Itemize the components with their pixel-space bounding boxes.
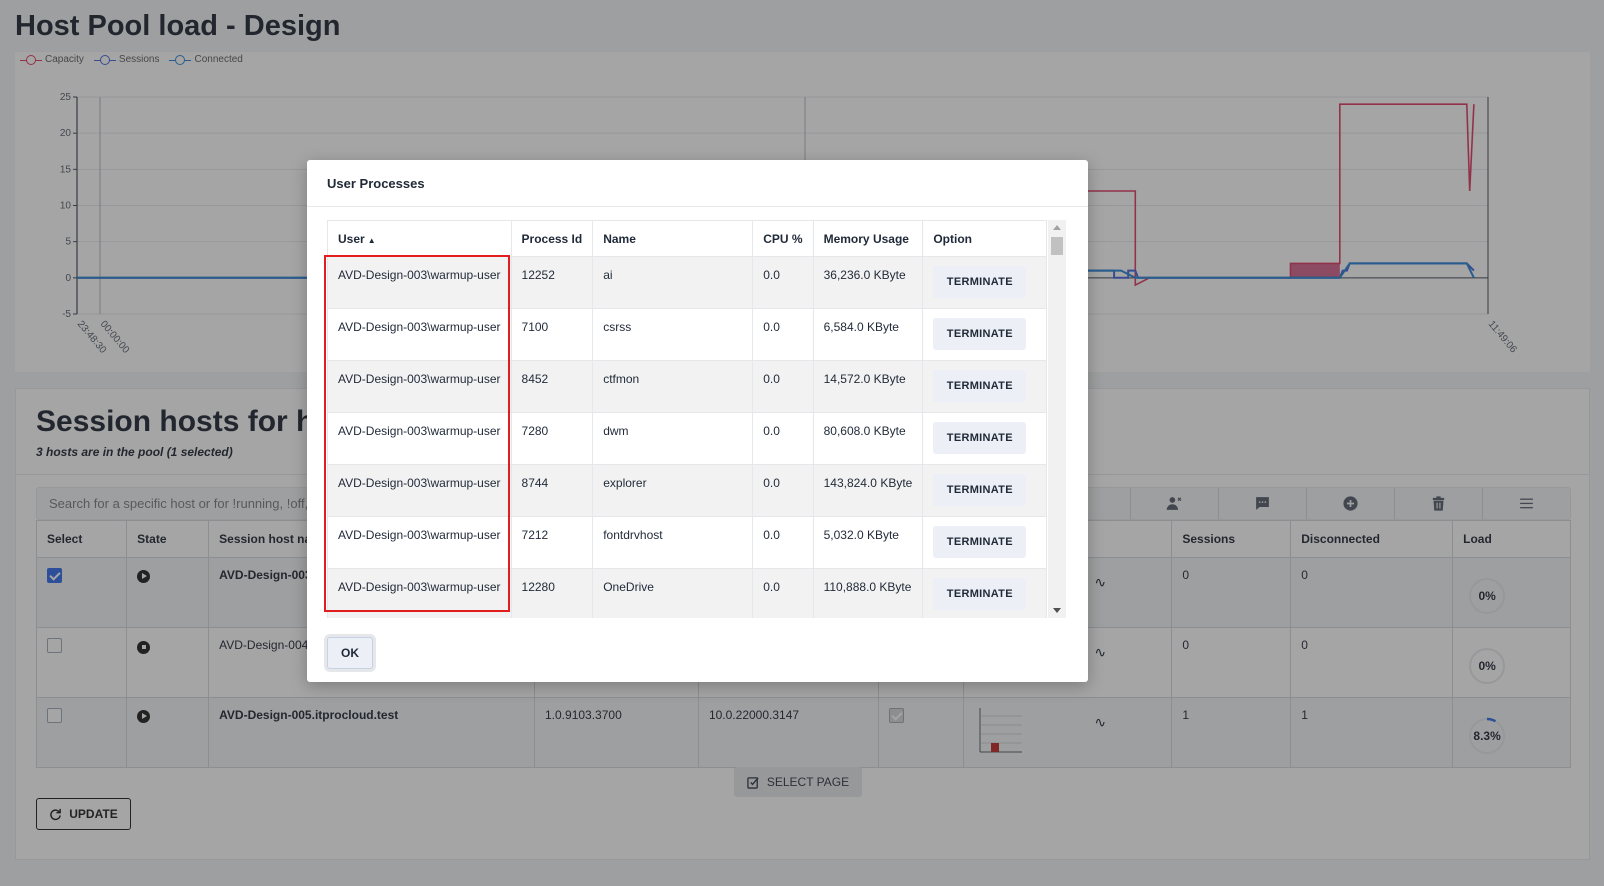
process-option: TERMINATE: [922, 256, 1047, 309]
col-process-id[interactable]: Process Id: [510, 220, 594, 257]
process-cpu: 0.0: [752, 360, 814, 413]
process-id: 7280: [510, 412, 594, 465]
col-cpu[interactable]: CPU %: [752, 220, 814, 257]
col-name[interactable]: Name: [592, 220, 754, 257]
process-header-row: User ▲ Process Id Name CPU % Memory Usage…: [327, 220, 1047, 257]
process-row[interactable]: AVD-Design-003\warmup-user 7212 fontdrvhos…: [327, 516, 1047, 569]
process-memory: 143,824.0 KByte: [812, 464, 924, 517]
process-memory: 80,608.0 KByte: [812, 412, 924, 465]
terminate-button[interactable]: TERMINATE: [933, 578, 1027, 610]
terminate-button[interactable]: TERMINATE: [933, 266, 1027, 298]
process-id: 8452: [510, 360, 594, 413]
col-user[interactable]: User ▲: [327, 220, 512, 257]
scroll-thumb[interactable]: [1051, 237, 1063, 255]
process-option: TERMINATE: [922, 360, 1047, 413]
process-option: TERMINATE: [922, 516, 1047, 569]
process-name: ai: [592, 256, 754, 309]
process-row[interactable]: AVD-Design-003\warmup-user 8744 explorer 0.…: [327, 464, 1047, 517]
process-memory: 14,572.0 KByte: [812, 360, 924, 413]
process-memory: 110,888.0 KByte: [812, 568, 924, 618]
divider: [307, 206, 1088, 207]
process-memory: 5,032.0 KByte: [812, 516, 924, 569]
process-cpu: 0.0: [752, 308, 814, 361]
terminate-button[interactable]: TERMINATE: [933, 526, 1027, 558]
process-user: AVD-Design-003\warmup-user: [327, 308, 512, 361]
process-user: AVD-Design-003\warmup-user: [327, 412, 512, 465]
process-cpu: 0.0: [752, 412, 814, 465]
process-name: ctfmon: [592, 360, 754, 413]
terminate-button[interactable]: TERMINATE: [933, 370, 1027, 402]
process-id: 7212: [510, 516, 594, 569]
process-table-container: User ▲ Process Id Name CPU % Memory Usage…: [327, 220, 1068, 618]
process-option: TERMINATE: [922, 308, 1047, 361]
sort-ascending-icon: ▲: [367, 235, 376, 245]
process-option: TERMINATE: [922, 464, 1047, 517]
process-memory: 36,236.0 KByte: [812, 256, 924, 309]
process-row[interactable]: AVD-Design-003\warmup-user 12252 ai 0.0 36,2…: [327, 256, 1047, 309]
process-name: OneDrive: [592, 568, 754, 618]
process-table-scrollbar[interactable]: [1048, 220, 1066, 618]
process-id: 7100: [510, 308, 594, 361]
ok-button[interactable]: OK: [327, 637, 373, 669]
process-row[interactable]: AVD-Design-003\warmup-user 7280 dwm 0.0 80,6…: [327, 412, 1047, 465]
process-name: csrss: [592, 308, 754, 361]
process-row[interactable]: AVD-Design-003\warmup-user 7100 csrss 0.0 6,…: [327, 308, 1047, 361]
process-name: fontdrvhost: [592, 516, 754, 569]
scroll-down-arrow-icon[interactable]: [1053, 608, 1061, 613]
process-user: AVD-Design-003\warmup-user: [327, 464, 512, 517]
terminate-button[interactable]: TERMINATE: [933, 474, 1027, 506]
process-user: AVD-Design-003\warmup-user: [327, 360, 512, 413]
process-cpu: 0.0: [752, 256, 814, 309]
process-table: User ▲ Process Id Name CPU % Memory Usage…: [327, 220, 1047, 618]
process-id: 12252: [510, 256, 594, 309]
process-cpu: 0.0: [752, 568, 814, 618]
scroll-up-arrow-icon[interactable]: [1053, 225, 1061, 230]
process-cpu: 0.0: [752, 464, 814, 517]
col-option: Option: [922, 220, 1047, 257]
process-option: TERMINATE: [922, 568, 1047, 618]
dialog-title: User Processes: [327, 176, 425, 191]
process-name: explorer: [592, 464, 754, 517]
process-name: dwm: [592, 412, 754, 465]
process-id: 12280: [510, 568, 594, 618]
process-user: AVD-Design-003\warmup-user: [327, 516, 512, 569]
user-processes-dialog: User Processes User ▲ Process Id Name CPU…: [307, 160, 1088, 682]
process-user: AVD-Design-003\warmup-user: [327, 568, 512, 618]
process-user: AVD-Design-003\warmup-user: [327, 256, 512, 309]
col-memory[interactable]: Memory Usage: [812, 220, 924, 257]
process-id: 8744: [510, 464, 594, 517]
col-user-label: User: [338, 231, 365, 246]
process-cpu: 0.0: [752, 516, 814, 569]
process-row[interactable]: AVD-Design-003\warmup-user 12280 OneDrive 0…: [327, 568, 1047, 618]
process-memory: 6,584.0 KByte: [812, 308, 924, 361]
terminate-button[interactable]: TERMINATE: [933, 318, 1027, 350]
process-row[interactable]: AVD-Design-003\warmup-user 8452 ctfmon 0.0 1…: [327, 360, 1047, 413]
process-option: TERMINATE: [922, 412, 1047, 465]
terminate-button[interactable]: TERMINATE: [933, 422, 1027, 454]
